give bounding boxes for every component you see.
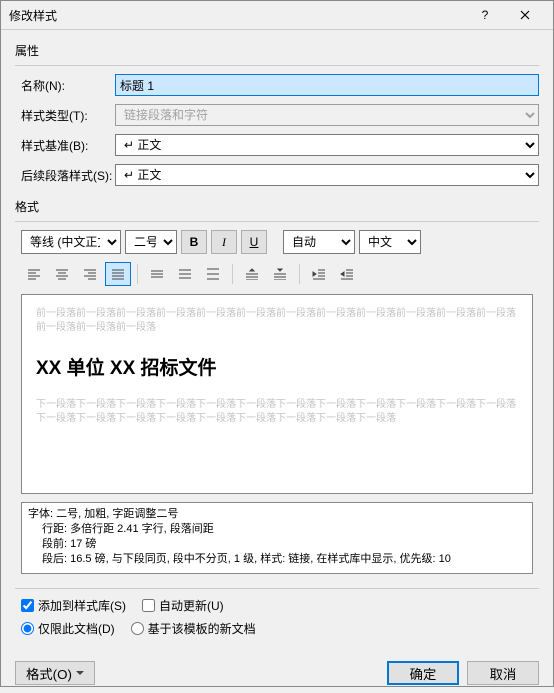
name-label: 名称(N): bbox=[15, 77, 115, 94]
desc-line: 字体: 二号, 加粗, 字距调整二号 bbox=[28, 507, 526, 522]
add-to-library-checkbox[interactable]: 添加到样式库(S) bbox=[21, 597, 126, 614]
based-on-label: 样式基准(B): bbox=[15, 137, 115, 154]
preview-after-text: 下一段落下一段落下一段落下一段落下一段落下一段落下一段落下一段落下一段落下一段落… bbox=[36, 398, 518, 426]
space-before-dec-button[interactable] bbox=[267, 262, 293, 286]
cancel-button[interactable]: 取消 bbox=[467, 661, 539, 685]
preview-pane: 前一段落前一段落前一段落前一段落前一段落前一段落前一段落前一段落前一段落前一段落… bbox=[21, 294, 533, 494]
divider bbox=[15, 221, 539, 222]
titlebar: 修改样式 ? bbox=[1, 1, 553, 30]
divider bbox=[15, 65, 539, 66]
align-left-button[interactable] bbox=[21, 262, 47, 286]
format-menu-button[interactable]: 格式(O) bbox=[15, 661, 95, 685]
color-select[interactable]: 自动 bbox=[283, 230, 355, 254]
section-format: 格式 bbox=[15, 198, 539, 215]
desc-line: 段前: 17 磅 bbox=[28, 537, 526, 552]
format-toolbar: 等线 (中文正文) 二号 B I U 自动 中文 bbox=[15, 230, 539, 254]
following-select[interactable]: ↵ 正文 bbox=[115, 164, 539, 186]
following-label: 后续段落样式(S): bbox=[15, 167, 115, 184]
divider bbox=[15, 588, 539, 589]
spacing-1-button[interactable] bbox=[144, 262, 170, 286]
close-icon bbox=[520, 10, 530, 20]
spacing-15-button[interactable] bbox=[172, 262, 198, 286]
underline-button[interactable]: U bbox=[241, 230, 267, 254]
space-before-inc-button[interactable] bbox=[239, 262, 265, 286]
size-select[interactable]: 二号 bbox=[125, 230, 177, 254]
separator bbox=[299, 264, 300, 284]
section-properties: 属性 bbox=[15, 42, 539, 59]
style-type-select: 链接段落和字符 bbox=[115, 104, 539, 126]
auto-update-checkbox[interactable]: 自动更新(U) bbox=[142, 597, 224, 614]
italic-button[interactable]: I bbox=[211, 230, 237, 254]
dialog-content: 属性 名称(N): 样式类型(T): 链接段落和字符 样式基准(B): ↵ 正文… bbox=[1, 30, 553, 653]
align-justify-button[interactable] bbox=[105, 262, 131, 286]
separator bbox=[232, 264, 233, 284]
description-box: 字体: 二号, 加粗, 字距调整二号 行距: 多倍行距 2.41 字行, 段落间… bbox=[21, 502, 533, 574]
align-right-button[interactable] bbox=[77, 262, 103, 286]
preview-heading: XX 单位 XX 招标文件 bbox=[36, 353, 518, 380]
ok-button[interactable]: 确定 bbox=[387, 661, 459, 685]
font-select[interactable]: 等线 (中文正文) bbox=[21, 230, 121, 254]
separator bbox=[137, 264, 138, 284]
desc-line: 段后: 16.5 磅, 与下段同页, 段中不分页, 1 级, 样式: 链接, 在… bbox=[28, 552, 526, 567]
preview-before-text: 前一段落前一段落前一段落前一段落前一段落前一段落前一段落前一段落前一段落前一段落… bbox=[36, 307, 518, 335]
this-doc-only-radio[interactable]: 仅限此文档(D) bbox=[21, 620, 115, 637]
help-button[interactable]: ? bbox=[465, 1, 505, 29]
indent-dec-button[interactable] bbox=[306, 262, 332, 286]
modify-style-dialog: 修改样式 ? 属性 名称(N): 样式类型(T): 链接段落和字符 样式基准(B… bbox=[0, 0, 554, 687]
script-select[interactable]: 中文 bbox=[359, 230, 421, 254]
dialog-footer: 格式(O) 确定 取消 bbox=[1, 653, 553, 693]
align-center-button[interactable] bbox=[49, 262, 75, 286]
bold-button[interactable]: B bbox=[181, 230, 207, 254]
chevron-down-icon bbox=[76, 671, 84, 676]
dialog-title: 修改样式 bbox=[9, 7, 465, 24]
style-type-label: 样式类型(T): bbox=[15, 107, 115, 124]
name-input[interactable] bbox=[115, 74, 539, 96]
indent-inc-button[interactable] bbox=[334, 262, 360, 286]
based-on-select[interactable]: ↵ 正文 bbox=[115, 134, 539, 156]
template-based-radio[interactable]: 基于该模板的新文档 bbox=[131, 620, 256, 637]
close-button[interactable] bbox=[505, 1, 545, 29]
paragraph-toolbar bbox=[15, 262, 539, 286]
spacing-2-button[interactable] bbox=[200, 262, 226, 286]
desc-line: 行距: 多倍行距 2.41 字行, 段落间距 bbox=[28, 522, 526, 537]
